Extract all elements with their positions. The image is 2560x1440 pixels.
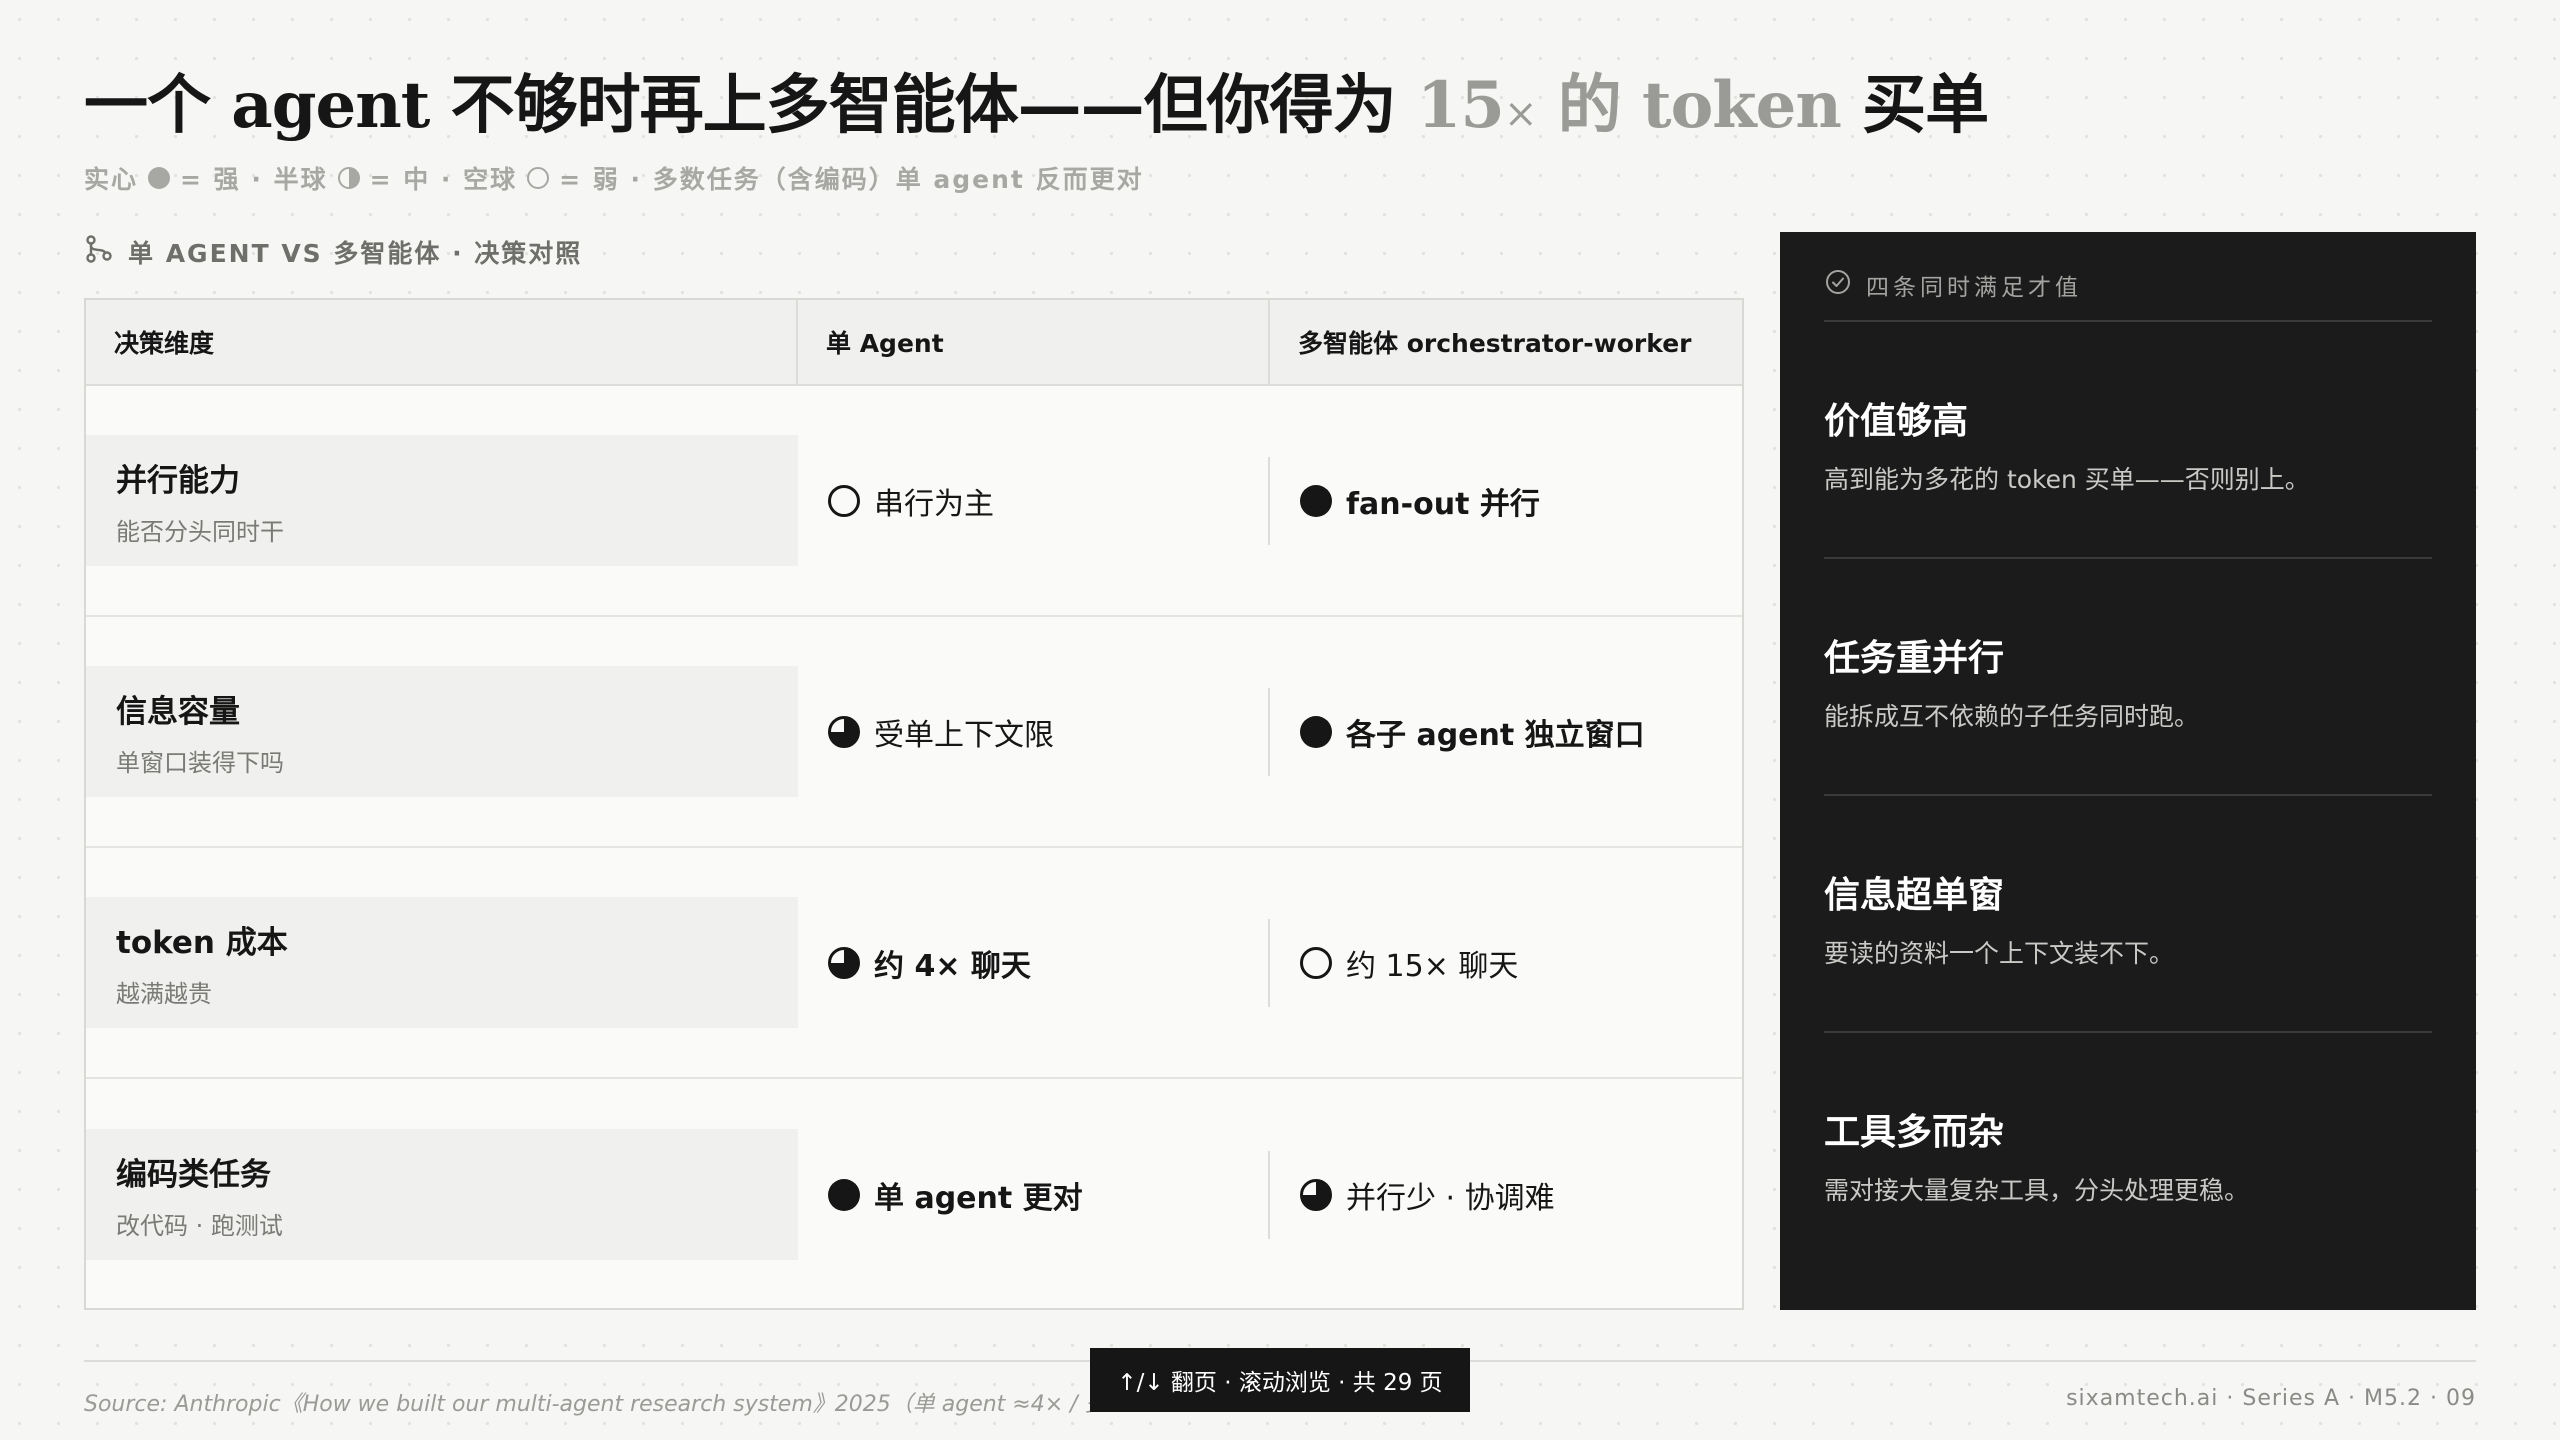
criterion-item: 信息超单窗 要读的资料一个上下文装不下。 — [1824, 796, 2432, 1033]
table-row: 信息容量 单窗口装得下吗 受单上下文限 各子 agent 独立窗口 — [86, 617, 1742, 848]
empty-ball-icon — [828, 484, 860, 517]
cell-single: 受单上下文限 — [798, 687, 1270, 776]
empty-ball-icon — [527, 167, 550, 189]
title-end: 买单 — [1840, 68, 1989, 143]
criterion-item: 任务重并行 能拆成互不依赖的子任务同时跑。 — [1824, 559, 2432, 796]
table-row: 并行能力 能否分头同时干 串行为主 fan-out 并行 — [86, 386, 1742, 617]
solid-ball-icon — [148, 167, 171, 189]
check-circle-icon — [1824, 268, 1852, 302]
row-dimension: 编码类任务 改代码 · 跑测试 — [86, 1129, 798, 1260]
title-highlight: 15× 的 token — [1416, 68, 1842, 143]
page-title: 一个 agent 不够时再上多智能体——但你得为 15× 的 token 买单 — [84, 54, 1989, 146]
panel-header: 四条同时满足才值 — [1824, 232, 2432, 322]
cell-single: 约 4× 聊天 — [798, 918, 1270, 1007]
branch-icon — [84, 234, 114, 270]
table-row: token 成本 越满越贵 约 4× 聊天 约 15× 聊天 — [86, 848, 1742, 1079]
section-label: 单 AGENT VS 多智能体 · 决策对照 — [84, 234, 582, 270]
criteria-panel: 四条同时满足才值 价值够高 高到能为多花的 token 买单——否则别上。 任务… — [1780, 232, 2476, 1310]
half-ball-icon — [828, 946, 860, 979]
half-ball-icon — [1300, 1178, 1332, 1211]
half-ball-icon — [337, 167, 360, 189]
header-dimension: 决策维度 — [86, 300, 798, 384]
row-dimension: 信息容量 单窗口装得下吗 — [86, 666, 798, 797]
cell-single: 串行为主 — [798, 456, 1270, 545]
header-multi-agent: 多智能体 orchestrator-worker — [1298, 329, 1692, 358]
cell-single: 单 agent 更对 — [798, 1150, 1270, 1239]
cell-multi: 并行少 · 协调难 — [1270, 1151, 1742, 1239]
half-ball-icon — [828, 715, 860, 748]
solid-ball-icon — [1300, 484, 1332, 517]
criterion-item: 价值够高 高到能为多花的 token 买单——否则别上。 — [1824, 322, 2432, 559]
brand-label: sixamtech.ai · Series A · M5.2 · 09 — [2066, 1386, 2476, 1411]
source-citation: Source: Anthropic《How we built our multi… — [84, 1392, 1094, 1417]
table-header: 决策维度 单 Agent 多智能体 orchestrator-worker — [86, 300, 1742, 386]
cell-multi: 约 15× 聊天 — [1270, 919, 1742, 1007]
row-dimension: 并行能力 能否分头同时干 — [86, 435, 798, 566]
row-dimension: token 成本 越满越贵 — [86, 897, 798, 1028]
page-navigation-hint[interactable]: ↑/↓ 翻页 · 滚动浏览 · 共 29 页 — [1090, 1348, 1470, 1412]
empty-ball-icon — [1300, 946, 1332, 979]
criterion-item: 工具多而杂 需对接大量复杂工具，分头处理更稳。 — [1824, 1111, 2250, 1205]
title-main: 一个 agent 不够时再上多智能体——但你得为 — [84, 68, 1417, 143]
cell-multi: fan-out 并行 — [1270, 457, 1742, 545]
table-row: 编码类任务 改代码 · 跑测试 单 agent 更对 并行少 · 协调难 — [86, 1079, 1742, 1310]
solid-ball-icon — [828, 1178, 860, 1211]
solid-ball-icon — [1300, 715, 1332, 748]
legend-subtitle: 实心 = 强 · 半球 = 中 · 空球 = 弱 · 多数任务（含编码）单 ag… — [84, 165, 1144, 194]
cell-multi: 各子 agent 独立窗口 — [1270, 688, 1742, 776]
header-single-agent: 单 Agent — [798, 300, 1270, 384]
comparison-table: 决策维度 单 Agent 多智能体 orchestrator-worker 并行… — [84, 298, 1744, 1310]
